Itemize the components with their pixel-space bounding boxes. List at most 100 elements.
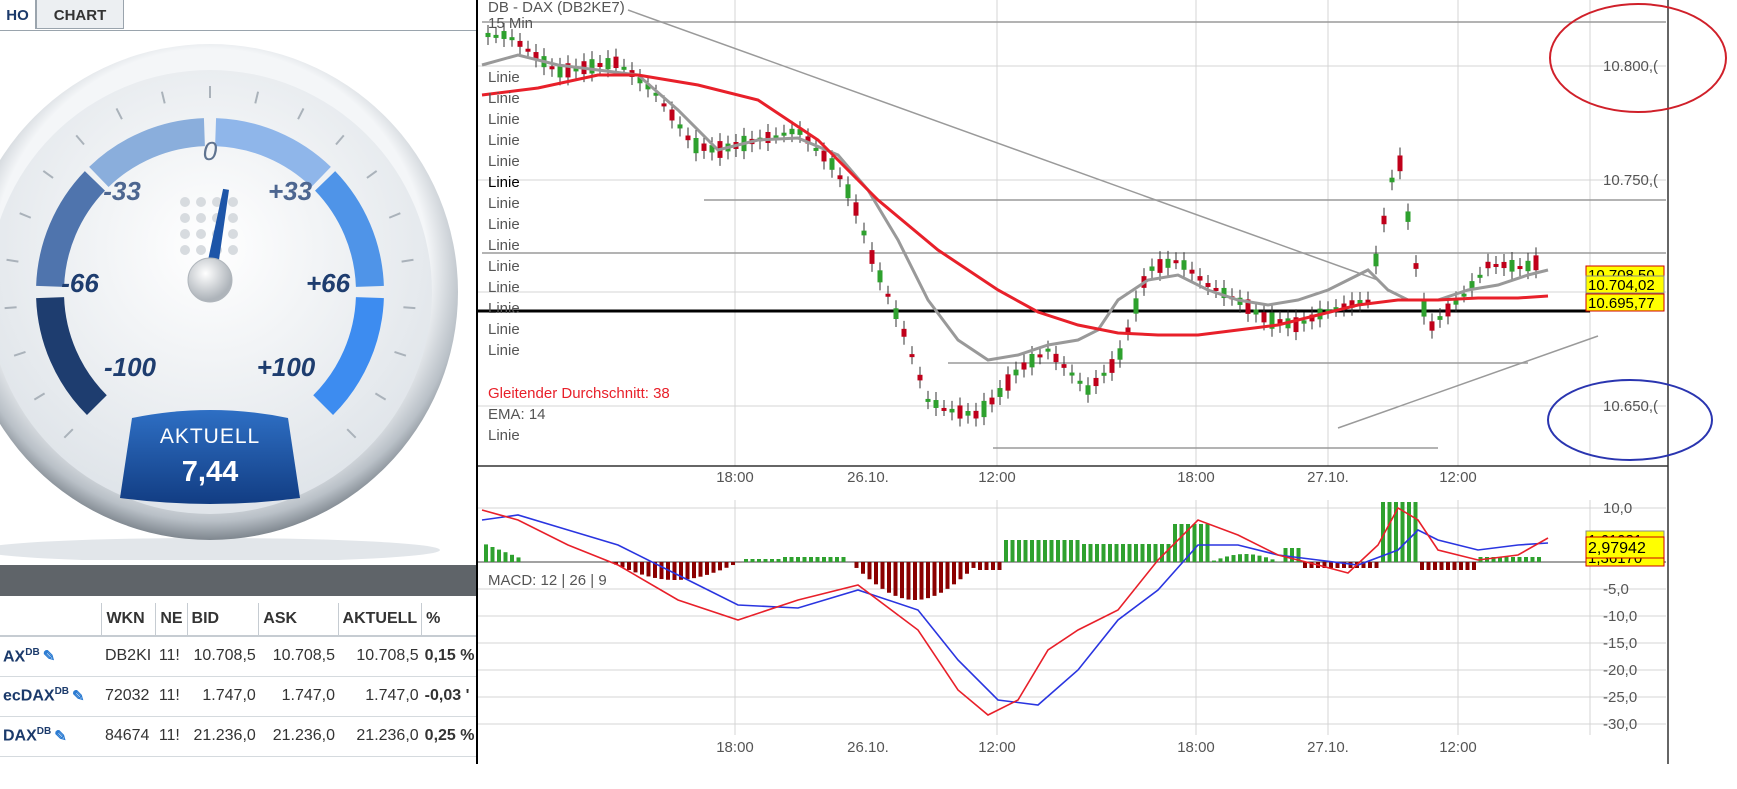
col-header-ne[interactable]: NE (156, 603, 187, 636)
row-name[interactable]: DAXDB✎ (0, 716, 102, 756)
macd-y-label: -30,0 (1603, 716, 1637, 733)
candle-body (1198, 276, 1203, 280)
macd-bar (1115, 544, 1119, 562)
candle-body (526, 49, 531, 52)
col-header-bid[interactable]: BID (187, 603, 259, 636)
scale-label-plus33: +33 (268, 176, 313, 206)
macd-bar (1258, 556, 1262, 562)
macd-bar (764, 559, 768, 562)
candle-body (830, 158, 835, 170)
macd-bar (855, 562, 859, 568)
macd-bar (809, 557, 813, 562)
x-label: 12:00 (978, 469, 1016, 486)
macd-bar (1069, 540, 1073, 562)
row-name[interactable]: ecDAXDB✎ (0, 676, 102, 716)
macd-bar (1251, 555, 1255, 562)
candle-body (1054, 354, 1059, 362)
macd-bar (1531, 557, 1535, 562)
row-ask: 21.236,0 (259, 716, 338, 756)
macd-bar (842, 557, 846, 562)
candle-body (686, 136, 691, 141)
macd-bar (868, 562, 872, 579)
legend-line: Linie (488, 321, 520, 338)
row-name-text[interactable]: AX (3, 648, 25, 665)
pencil-icon[interactable]: ✎ (72, 687, 84, 699)
scale-label-minus66: -66 (61, 268, 99, 298)
candle-body (926, 399, 931, 402)
row-name-text[interactable]: ecDAX (3, 688, 55, 705)
panel-header-bar (0, 565, 478, 596)
candle-body (662, 103, 667, 106)
macd-bar (692, 562, 696, 578)
macd-bar (1199, 524, 1203, 562)
candle-body (1510, 260, 1515, 272)
legend-line: Linie (488, 153, 520, 170)
macd-bar (757, 559, 761, 562)
candle-body (614, 57, 619, 68)
candle-body (958, 405, 963, 418)
macd-bar (1407, 502, 1411, 562)
candle-body (982, 401, 987, 417)
row-ne: 11! (156, 636, 187, 676)
row-name-text[interactable]: DAX (3, 728, 37, 745)
candle-body (1006, 374, 1011, 390)
row-ask: 1.747,0 (259, 676, 338, 716)
macd-bar (946, 562, 950, 589)
gauge-tick (403, 307, 415, 308)
macd-bar (1037, 540, 1041, 562)
scale-label-plus100: +100 (257, 352, 316, 382)
col-header-aktuell[interactable]: AKTUELL (338, 603, 422, 636)
table-row[interactable]: DAXDB✎ 84674 11! 21.236,0 21.236,0 21.23… (0, 716, 478, 756)
legend-line: Linie (488, 427, 520, 444)
col-header-pct[interactable]: % (422, 603, 478, 636)
candle-body (1038, 354, 1043, 357)
macd-bar (939, 562, 943, 593)
macd-bar (959, 562, 963, 579)
macd-bar (803, 557, 807, 562)
macd-bar (1128, 544, 1132, 562)
macd-bar (1271, 559, 1275, 562)
legend-line: Linie (488, 132, 520, 149)
macd-bar (913, 562, 917, 600)
macd-bar (874, 562, 878, 584)
legend-line: Linie (488, 69, 520, 86)
candle-body (918, 375, 923, 381)
row-pct: -0,03 ' (422, 676, 478, 716)
candle-body (846, 184, 851, 198)
macd-bar (985, 562, 989, 570)
table-row[interactable]: AXDB✎ DB2KI 11! 10.708,5 10.708,5 10.708… (0, 636, 478, 676)
candle-body (990, 398, 995, 405)
candle-body (766, 132, 771, 143)
legend-line: Linie (488, 216, 520, 233)
macd-bar (1154, 544, 1158, 562)
macd-bar (926, 562, 930, 598)
col-header-wkn[interactable]: WKN (102, 603, 156, 636)
x-label: 26.10. (847, 469, 889, 486)
row-ne: 11! (156, 716, 187, 756)
row-aktuell: 21.236,0 (338, 716, 422, 756)
macd-bar (835, 557, 839, 562)
macd-x-label: 18:00 (716, 739, 754, 756)
pencil-icon[interactable]: ✎ (43, 647, 55, 659)
macd-bar (907, 562, 911, 600)
candle-body (1134, 298, 1139, 313)
row-name[interactable]: AXDB✎ (0, 636, 102, 676)
x-label: 27.10. (1307, 469, 1349, 486)
col-header-ask[interactable]: ASK (259, 603, 338, 636)
col-header-name[interactable] (0, 603, 102, 636)
gauge-hub (188, 258, 232, 302)
tab-chart[interactable]: CHART (36, 0, 124, 29)
macd-bar (1232, 555, 1236, 562)
table-row[interactable]: ecDAXDB✎ 72032 11! 1.747,0 1.747,0 1.747… (0, 676, 478, 716)
price-chart-svg[interactable]: DB - DAX (DB2KE7) 15 Min Linie Linie Lin… (478, 0, 1737, 784)
candle-body (1502, 262, 1507, 268)
macd-bar (1290, 548, 1294, 562)
candle-body (1478, 275, 1483, 278)
macd-bar (1518, 557, 1522, 562)
aktuell-value: 7,44 (120, 456, 300, 489)
macd-bar (829, 557, 833, 562)
tab-info[interactable]: HO (0, 0, 36, 29)
pencil-icon[interactable]: ✎ (54, 727, 66, 739)
macd-bar (725, 562, 729, 568)
macd-y-label: 10,0 (1603, 500, 1632, 517)
